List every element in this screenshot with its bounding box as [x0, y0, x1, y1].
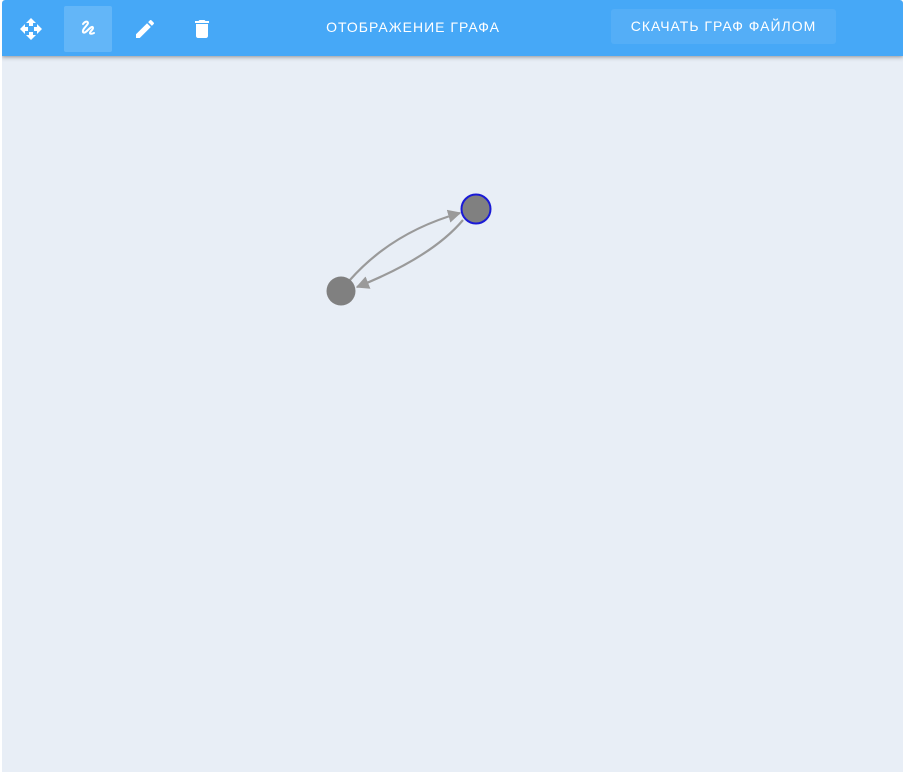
delete-tool-button[interactable]	[178, 6, 226, 52]
draw-edge-tool-button[interactable]	[64, 6, 112, 52]
graph-node[interactable]	[326, 276, 356, 306]
graph-edge[interactable]	[355, 219, 464, 289]
toolbar: ОТОБРАЖЕНИЕ ГРАФА СКАЧАТЬ ГРАФ ФАЙЛОМ	[2, 0, 903, 56]
graph-canvas[interactable]	[2, 56, 903, 772]
trash-icon	[195, 20, 209, 38]
page-title: ОТОБРАЖЕНИЕ ГРАФА	[326, 19, 500, 35]
graph-editor-window: ОТОБРАЖЕНИЕ ГРАФА СКАЧАТЬ ГРАФ ФАЙЛОМ	[2, 0, 903, 772]
graph-svg	[326, 193, 492, 306]
download-graph-button[interactable]: СКАЧАТЬ ГРАФ ФАЙЛОМ	[611, 9, 836, 44]
gesture-icon	[81, 20, 95, 35]
move-arrows-icon	[20, 18, 42, 40]
edit-tool-button[interactable]	[121, 6, 169, 52]
graph-edge[interactable]	[348, 209, 462, 282]
pencil-icon	[136, 19, 155, 38]
move-tool-button[interactable]	[7, 6, 55, 52]
graph-node-selected[interactable]	[460, 193, 492, 225]
